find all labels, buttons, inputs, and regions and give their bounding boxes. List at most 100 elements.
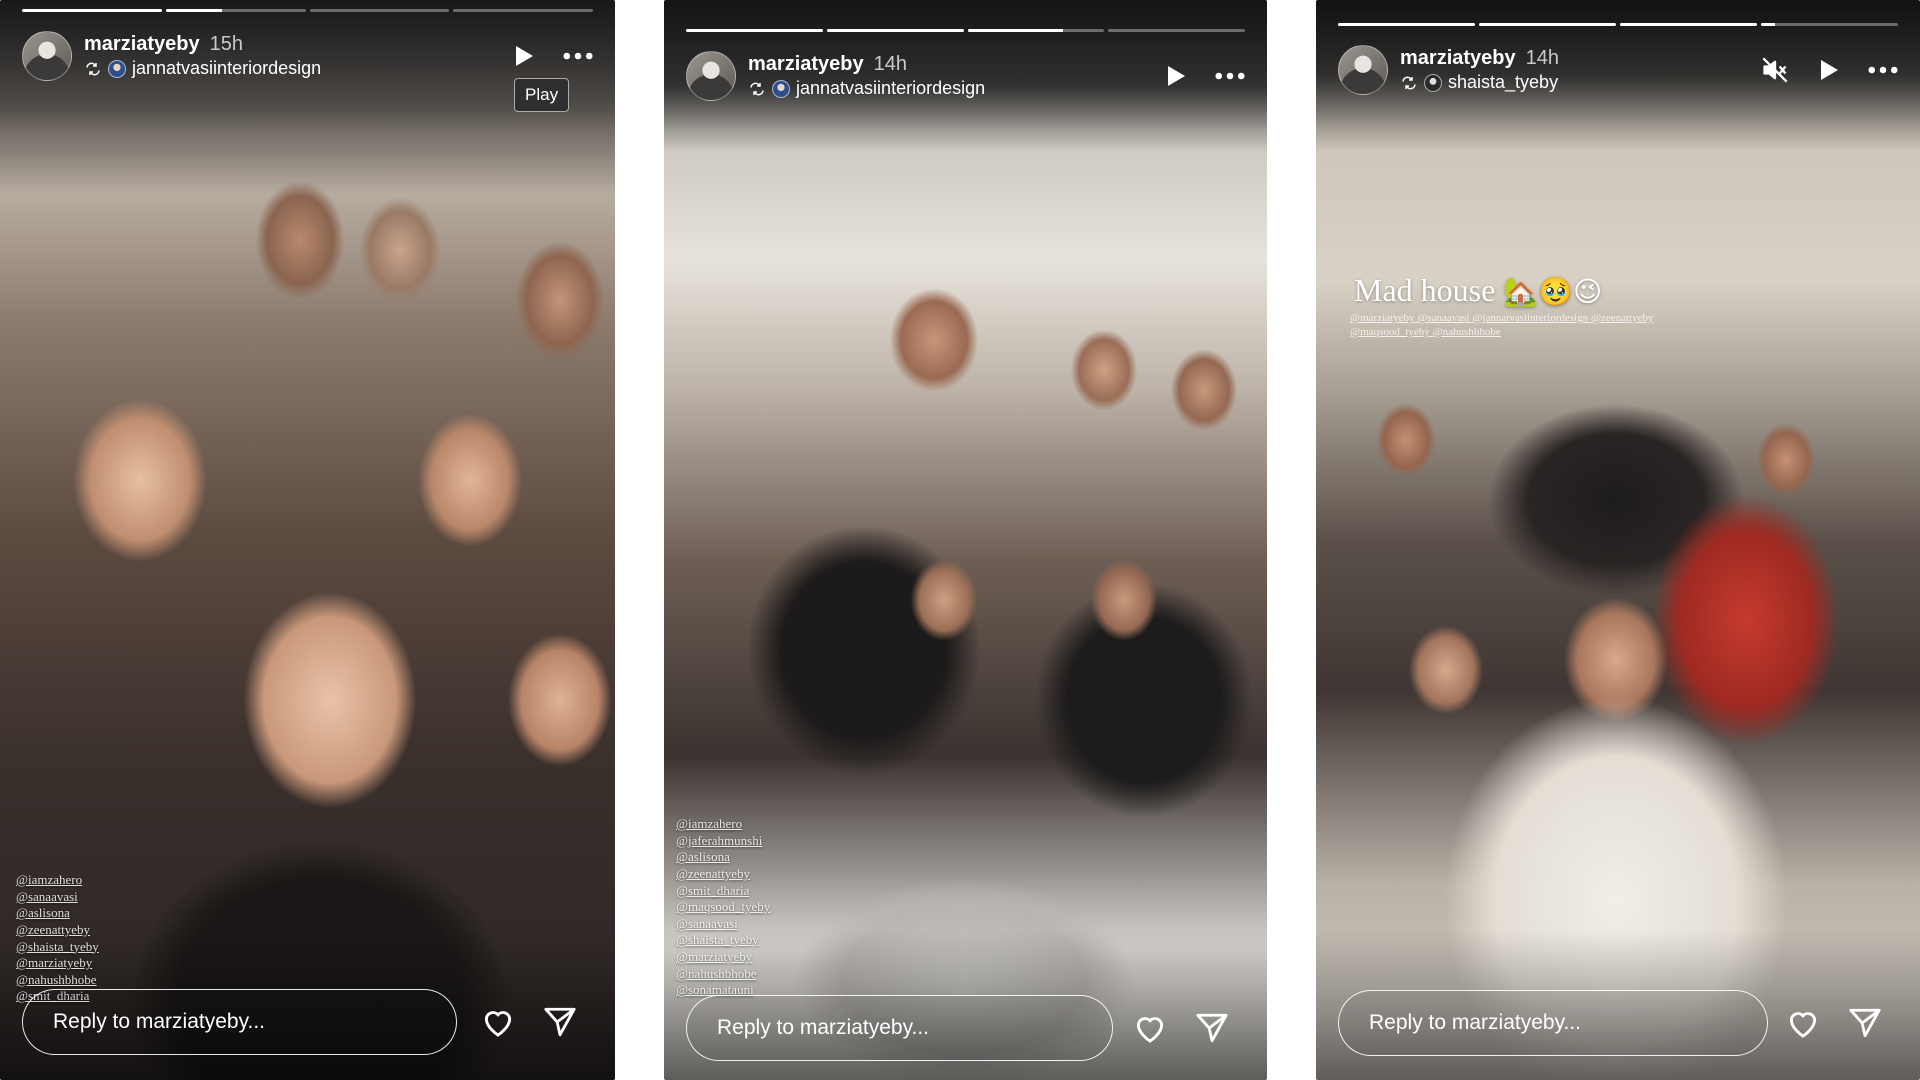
- timestamp: 14h: [1525, 47, 1559, 70]
- mention-tag[interactable]: @shaista_tyeby: [676, 932, 770, 949]
- mention-tag[interactable]: @aslisona: [16, 905, 99, 922]
- heart-icon: [1136, 1017, 1164, 1043]
- avatar[interactable]: [1338, 45, 1388, 95]
- mention-tag[interactable]: @zeenattyeby: [676, 866, 770, 883]
- progress-fill: [967, 29, 1064, 32]
- progress-segment: [1108, 29, 1245, 32]
- caption-mentions[interactable]: @marziatyeby @sanaavasi @jannatvasiinter…: [1350, 312, 1690, 340]
- progress-bar: [22, 9, 593, 12]
- progress-segment: [1479, 23, 1616, 26]
- mention-tag[interactable]: @nahushbhobe: [16, 972, 99, 989]
- play-button[interactable]: [1814, 55, 1844, 85]
- repost-icon: [750, 82, 764, 96]
- mention-tag[interactable]: @maqsood_tyeby: [676, 899, 770, 916]
- progress-segment: [453, 9, 593, 12]
- mention-tag[interactable]: @sanaavasi: [676, 916, 770, 933]
- progress-fill: [1338, 23, 1475, 26]
- story-header: marziatyeby 14h shaista_tyeby: [1338, 45, 1898, 95]
- reply-input[interactable]: Reply to marziatyeby...: [686, 995, 1113, 1061]
- progress-fill: [1761, 23, 1775, 26]
- story-photo: [1316, 0, 1920, 1080]
- share-button[interactable]: [1846, 1004, 1884, 1042]
- mention-tag[interactable]: @jaferahmunshi: [676, 833, 770, 850]
- reply-bar: Reply to marziatyeby...: [22, 989, 593, 1055]
- send-icon: [544, 1007, 576, 1037]
- progress-fill: [22, 9, 162, 12]
- mention-tag[interactable]: @zeenattyeby: [16, 922, 99, 939]
- play-button[interactable]: [1161, 61, 1191, 91]
- progress-bar: [686, 29, 1245, 32]
- progress-fill: [165, 9, 222, 12]
- avatar[interactable]: [686, 51, 736, 101]
- progress-segment: [309, 9, 450, 12]
- play-button[interactable]: [509, 41, 539, 71]
- story-panel-3[interactable]: marziatyeby 14h shaista_tyeby Mad house …: [1316, 0, 1920, 1080]
- mention-tag[interactable]: @iamzahero: [676, 816, 770, 833]
- progress-fill: [826, 29, 964, 32]
- progress-fill: [1479, 23, 1616, 26]
- mention-tag[interactable]: @nahushbhobe: [676, 966, 770, 983]
- reply-input[interactable]: Reply to marziatyeby...: [1338, 990, 1768, 1056]
- more-icon: [1868, 66, 1898, 74]
- story-panel-1[interactable]: marziatyeby 15h jannatvasiinteriordesign…: [0, 0, 615, 1080]
- progress-fill: [686, 29, 823, 32]
- mention-tag[interactable]: @iamzahero: [16, 872, 99, 889]
- progress-segment: [967, 29, 1105, 32]
- play-icon: [1821, 60, 1838, 80]
- reply-input[interactable]: Reply to marziatyeby...: [22, 989, 457, 1055]
- repost-icon: [1402, 76, 1416, 90]
- username[interactable]: marziatyeby: [1400, 46, 1516, 70]
- progress-bar: [1338, 23, 1898, 26]
- more-options-button[interactable]: [1215, 61, 1245, 91]
- progress-segment: [826, 29, 964, 32]
- timestamp: 15h: [209, 33, 243, 56]
- more-icon: [1215, 72, 1245, 80]
- mention-tag[interactable]: @shaista_tyeby: [16, 939, 99, 956]
- like-button[interactable]: [1131, 1009, 1169, 1047]
- progress-segment: [1620, 23, 1757, 26]
- play-icon: [516, 46, 533, 66]
- mention-tag[interactable]: @smit_dharia: [676, 883, 770, 900]
- caption-text: Mad house: [1354, 272, 1496, 308]
- story-header: marziatyeby 14h jannatvasiinteriordesign: [686, 51, 1245, 101]
- reposted-from[interactable]: shaista_tyeby: [1448, 72, 1558, 94]
- more-options-button[interactable]: [1868, 55, 1898, 85]
- progress-fill: [1620, 23, 1757, 26]
- avatar[interactable]: [22, 31, 72, 81]
- story-header: marziatyeby 15h jannatvasiinteriordesign: [22, 31, 593, 81]
- reply-bar: Reply to marziatyeby...: [1338, 990, 1898, 1056]
- reposted-from[interactable]: jannatvasiinteriordesign: [132, 58, 321, 80]
- mention-tag[interactable]: @marziatyeby: [16, 955, 99, 972]
- send-icon: [1849, 1008, 1881, 1038]
- story-panel-2[interactable]: marziatyeby 14h jannatvasiinteriordesign…: [664, 0, 1267, 1080]
- share-button[interactable]: [1193, 1009, 1231, 1047]
- like-button[interactable]: [1784, 1004, 1822, 1042]
- share-button[interactable]: [541, 1003, 579, 1041]
- mute-button[interactable]: [1760, 55, 1790, 85]
- mute-icon: [1762, 57, 1788, 83]
- timestamp: 14h: [873, 53, 907, 76]
- reposted-avatar: [772, 80, 790, 98]
- progress-segment: [1761, 23, 1898, 26]
- like-button[interactable]: [479, 1003, 517, 1041]
- reply-bar: Reply to marziatyeby...: [686, 995, 1245, 1061]
- username[interactable]: marziatyeby: [748, 52, 864, 76]
- reposted-from[interactable]: jannatvasiinteriordesign: [796, 78, 985, 100]
- reposted-avatar: [1424, 74, 1442, 92]
- username[interactable]: marziatyeby: [84, 32, 200, 56]
- mention-tag[interactable]: @aslisona: [676, 849, 770, 866]
- send-icon: [1196, 1013, 1228, 1043]
- mention-tag[interactable]: @sanaavasi: [16, 889, 99, 906]
- play-icon: [1168, 66, 1185, 86]
- progress-segment: [165, 9, 306, 12]
- heart-icon: [1789, 1012, 1817, 1038]
- progress-segment: [1338, 23, 1475, 26]
- story-caption: Mad house 🏡🥹😉: [1354, 272, 1602, 309]
- reposted-avatar: [108, 60, 126, 78]
- more-icon: [563, 52, 593, 60]
- repost-icon: [86, 62, 100, 76]
- more-options-button[interactable]: [563, 41, 593, 71]
- caption-emoji: 🏡🥹😉: [1503, 275, 1603, 308]
- mention-tag[interactable]: @marziatyeby: [676, 949, 770, 966]
- mention-tags: @iamzahero @jaferahmunshi @aslisona @zee…: [676, 816, 770, 999]
